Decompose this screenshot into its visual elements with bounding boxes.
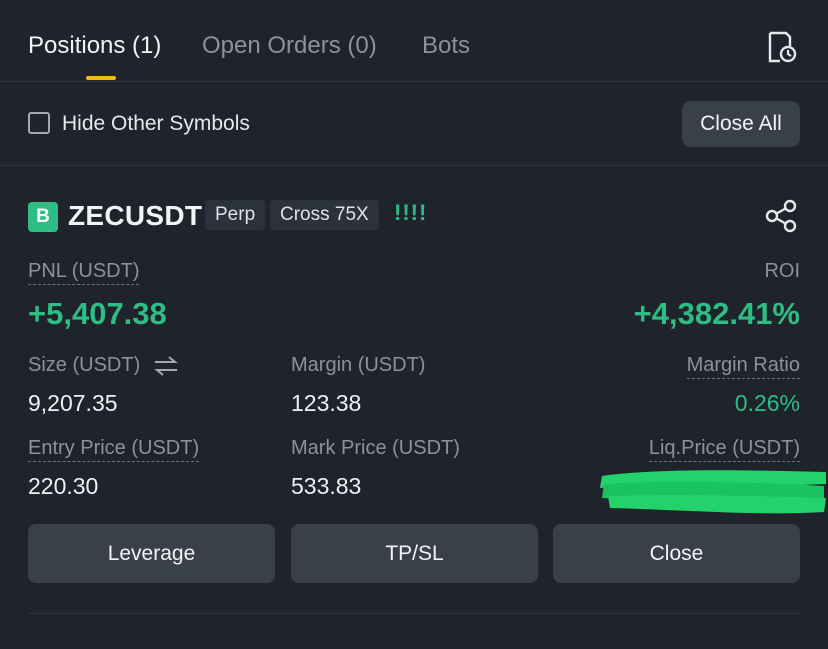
positions-tab-bar: Positions (1) Open Orders (0) Bots <box>0 0 828 82</box>
symbol-badge: B <box>28 202 58 232</box>
contract-type-tag: Perp <box>205 200 266 230</box>
close-position-button[interactable]: Close <box>553 524 800 583</box>
pnl-label[interactable]: PNL (USDT) <box>28 260 140 285</box>
hide-other-symbols-label[interactable]: Hide Other Symbols <box>62 112 250 136</box>
filter-row: Hide Other Symbols Close All <box>0 82 828 166</box>
margin-ratio-value: 0.26% <box>734 390 800 416</box>
margin-value: 123.38 <box>291 390 362 416</box>
tab-open-orders[interactable]: Open Orders (0) <box>202 32 377 60</box>
size-value: 9,207.35 <box>28 390 118 416</box>
redaction-scribble <box>598 462 828 520</box>
adl-indicator: !!!! <box>394 200 428 225</box>
active-tab-indicator <box>86 76 116 80</box>
margin-mode-tag[interactable]: Cross 75X <box>270 200 379 230</box>
close-all-button[interactable]: Close All <box>682 101 800 147</box>
mark-price-value: 533.83 <box>291 473 362 499</box>
margin-ratio-label[interactable]: Margin Ratio <box>686 354 800 379</box>
pnl-value: +5,407.38 <box>28 296 167 331</box>
liq-price-label[interactable]: Liq.Price (USDT) <box>648 437 800 462</box>
mark-price-label: Mark Price (USDT) <box>291 437 460 459</box>
leverage-button[interactable]: Leverage <box>28 524 275 583</box>
hide-other-symbols-checkbox[interactable] <box>28 112 50 134</box>
tab-positions[interactable]: Positions (1) <box>28 32 161 60</box>
roi-value: +4,382.41% <box>633 296 800 331</box>
share-icon[interactable] <box>764 198 800 234</box>
tab-bots[interactable]: Bots <box>422 32 470 60</box>
card-divider <box>28 613 800 614</box>
entry-price-value: 220.30 <box>28 473 99 499</box>
tpsl-button[interactable]: TP/SL <box>291 524 538 583</box>
symbol-name[interactable]: ZECUSDT <box>68 200 202 232</box>
size-label: Size (USDT) <box>28 354 141 376</box>
order-history-icon[interactable] <box>764 30 800 66</box>
roi-label: ROI <box>764 260 800 282</box>
entry-price-label[interactable]: Entry Price (USDT) <box>28 437 200 462</box>
swap-unit-icon[interactable] <box>153 355 179 377</box>
margin-label: Margin (USDT) <box>291 354 426 376</box>
